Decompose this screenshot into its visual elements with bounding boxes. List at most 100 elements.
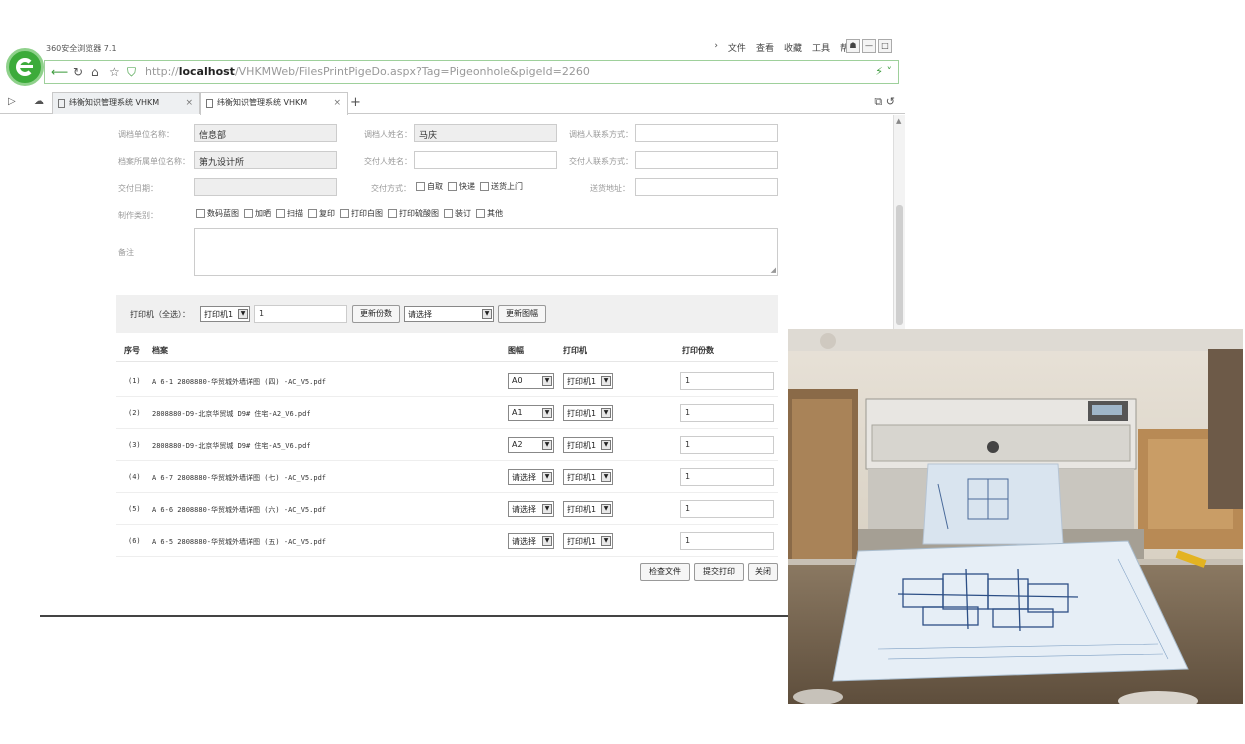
- address-label: 送货地址：: [590, 184, 630, 193]
- shield-icon: ⛉: [127, 65, 137, 79]
- req-person-field[interactable]: 马庆: [414, 124, 557, 142]
- menu-favorites[interactable]: 收藏: [784, 41, 802, 54]
- make-type-checkbox[interactable]: [276, 209, 285, 218]
- skin-button[interactable]: ☗: [846, 39, 860, 53]
- printer-select[interactable]: 打印机1 ▼: [563, 437, 613, 453]
- memo-textarea[interactable]: ◢: [194, 228, 778, 276]
- star-icon[interactable]: ☆: [109, 65, 120, 79]
- deliver-method-group: 自取 快递 送货上门: [414, 181, 526, 192]
- resize-grip-icon[interactable]: ◢: [771, 266, 776, 274]
- home-icon[interactable]: ⌂: [91, 65, 99, 79]
- make-type-checkbox[interactable]: [444, 209, 453, 218]
- size-select[interactable]: 请选择 ▼: [508, 533, 554, 549]
- minimize-button[interactable]: —: [862, 39, 876, 53]
- new-tab-icon[interactable]: +: [350, 95, 361, 110]
- refresh-icon[interactable]: ↻: [73, 65, 83, 79]
- menu-tools[interactable]: 工具: [812, 41, 830, 54]
- printer-select[interactable]: 打印机1 ▼: [563, 469, 613, 485]
- deliver-method-checkbox[interactable]: [480, 182, 489, 191]
- table-row: (2) 2808880-D9-北京华贸城 D9# 住宅-A2_V6.pdf A1…: [116, 397, 778, 429]
- make-type-checkbox[interactable]: [388, 209, 397, 218]
- printer-select[interactable]: 打印机1 ▼: [563, 501, 613, 517]
- copies-input[interactable]: 1: [680, 532, 774, 550]
- cloud-icon[interactable]: ☁: [34, 96, 44, 107]
- make-type-label: 制作类别：: [118, 211, 158, 220]
- submit-print-button[interactable]: 提交打印: [694, 563, 744, 581]
- printer-all-select[interactable]: 打印机1 ▼: [200, 306, 250, 322]
- plotter-photo-image: [788, 329, 1243, 704]
- title-bar: 360安全浏览器 7.1 › 文件 查看 收藏 工具 帮助 ☗ — □: [44, 38, 894, 58]
- req-unit-field[interactable]: 信息部: [194, 124, 337, 142]
- back-arrow-icon[interactable]: ⟵: [51, 65, 68, 79]
- url-input[interactable]: http://localhost/VHKMWeb/FilesPrintPigeD…: [145, 65, 590, 78]
- col-header-size: 图幅: [508, 346, 524, 355]
- chevron-down-icon: ▼: [601, 376, 611, 386]
- close-icon[interactable]: ×: [333, 93, 341, 113]
- deliver-contact-field[interactable]: [635, 151, 778, 169]
- page-bottom-border: [40, 615, 895, 617]
- size-all-select[interactable]: 请选择 ▼: [404, 306, 494, 322]
- deliver-date-field[interactable]: [194, 178, 337, 196]
- size-select[interactable]: 请选择 ▼: [508, 501, 554, 517]
- make-type-checkbox[interactable]: [196, 209, 205, 218]
- copies-input[interactable]: 1: [680, 404, 774, 422]
- copies-all-input[interactable]: 1: [254, 305, 347, 323]
- make-type-checkbox[interactable]: [308, 209, 317, 218]
- deliver-person-label: 交付人姓名：: [364, 157, 412, 166]
- file-name: 2808880-D9-北京华贸城 D9# 住宅-A2_V6.pdf: [152, 410, 311, 418]
- file-name: A 6-5 2808880-华贸城外墙详图 (五) -AC_V5.pdf: [152, 538, 327, 546]
- address-field[interactable]: [635, 178, 778, 196]
- speed-mode-icon[interactable]: ⚡ ˅: [875, 65, 892, 78]
- update-size-button[interactable]: 更新图幅: [498, 305, 546, 323]
- update-copies-button[interactable]: 更新份数: [352, 305, 400, 323]
- menu-view[interactable]: 查看: [756, 41, 774, 54]
- close-icon[interactable]: ×: [185, 93, 193, 113]
- restore-tab-icon[interactable]: ⧉ ↺: [874, 95, 895, 109]
- scroll-up-icon[interactable]: ▲: [896, 117, 901, 125]
- size-select[interactable]: A2 ▼: [508, 437, 554, 453]
- browser-window: 360安全浏览器 7.1 › 文件 查看 收藏 工具 帮助 ☗ — □ ⟵ ↻ …: [0, 36, 905, 620]
- header-divider: [116, 361, 778, 362]
- req-contact-field[interactable]: [635, 124, 778, 142]
- chevron-down-icon: ▼: [542, 536, 552, 546]
- printer-select[interactable]: 打印机1 ▼: [563, 405, 613, 421]
- archive-unit-field[interactable]: 第九设计所: [194, 151, 337, 169]
- file-name: A 6-7 2808880-华贸城外墙详图 (七) -AC_V5.pdf: [152, 474, 327, 482]
- make-type-checkbox[interactable]: [340, 209, 349, 218]
- tab-2[interactable]: 纬衡知识管理系统 VHKM ×: [200, 92, 348, 115]
- size-select[interactable]: 请选择 ▼: [508, 469, 554, 485]
- deliver-person-field[interactable]: [414, 151, 557, 169]
- top-menu: › 文件 查看 收藏 工具 帮助: [704, 41, 858, 54]
- maximize-button[interactable]: □: [878, 39, 892, 53]
- make-type-checkbox[interactable]: [476, 209, 485, 218]
- file-name: A 6-6 2808880-华贸城外墙详图 (六) -AC_V5.pdf: [152, 506, 327, 514]
- scroll-thumb[interactable]: [896, 205, 903, 325]
- size-select[interactable]: A0 ▼: [508, 373, 554, 389]
- menu-file[interactable]: 文件: [728, 41, 746, 54]
- close-button[interactable]: 关闭: [748, 563, 778, 581]
- printer-select[interactable]: 打印机1 ▼: [563, 533, 613, 549]
- col-header-copies: 打印份数: [682, 346, 714, 355]
- chevron-down-icon: ▼: [542, 408, 552, 418]
- copies-input[interactable]: 1: [680, 436, 774, 454]
- make-type-checkbox[interactable]: [244, 209, 253, 218]
- chevron-down-icon: ▼: [601, 408, 611, 418]
- address-bar: ⟵ ↻ ⌂ ☆ ⛉ http://localhost/VHKMWeb/Files…: [44, 60, 899, 84]
- deliver-method-checkbox[interactable]: [416, 182, 425, 191]
- tab-1[interactable]: 纬衡知识管理系统 VHKM ×: [52, 92, 200, 114]
- copies-input[interactable]: 1: [680, 500, 774, 518]
- copies-input[interactable]: 1: [680, 372, 774, 390]
- deliver-method-checkbox[interactable]: [448, 182, 457, 191]
- col-header-no: 序号: [124, 346, 140, 355]
- size-select[interactable]: A1 ▼: [508, 405, 554, 421]
- printer-select[interactable]: 打印机1 ▼: [563, 373, 613, 389]
- copies-input[interactable]: 1: [680, 468, 774, 486]
- memo-label: 备注: [118, 248, 134, 257]
- deliver-contact-label: 交付人联系方式：: [569, 157, 633, 166]
- app-title: 360安全浏览器 7.1: [46, 44, 117, 53]
- check-files-button[interactable]: 检查文件: [640, 563, 690, 581]
- chevron-right-icon[interactable]: ›: [714, 41, 718, 54]
- table-row: (1) A 6-1 2808880-华贸城外墙详图 (四) -AC_V5.pdf…: [116, 365, 778, 397]
- chevron-down-icon: ▼: [601, 504, 611, 514]
- sidebar-toggle-icon[interactable]: ▷: [8, 96, 16, 107]
